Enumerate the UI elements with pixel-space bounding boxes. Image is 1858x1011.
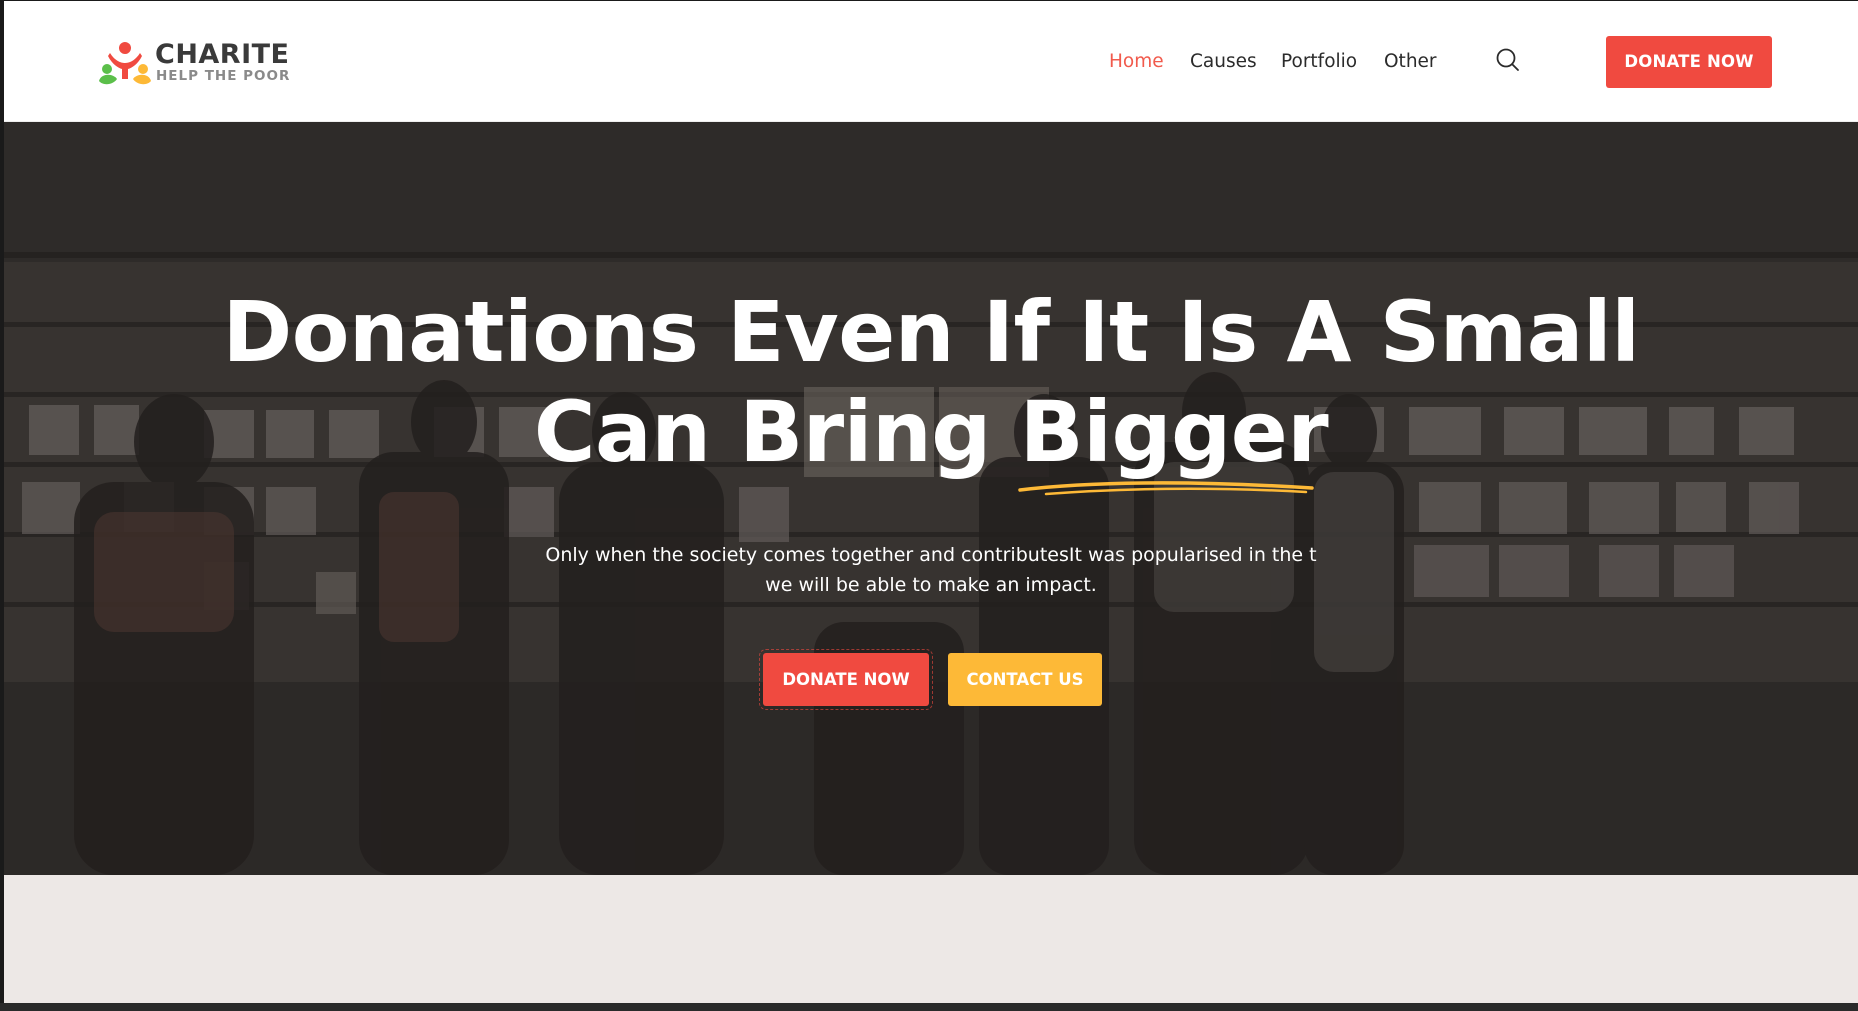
site-header: CHARITE HELP THE POOR Home Causes Portfo… [4,1,1858,122]
browser-viewport: CHARITE HELP THE POOR Home Causes Portfo… [4,1,1858,1003]
hero-subtitle-line-2: we will be able to make an impact. [765,574,1097,596]
hero-contact-button[interactable]: CONTACT US [948,653,1102,706]
hero-section: Donations Even If It Is A Small Can Brin… [4,122,1858,875]
nav-item-home[interactable]: Home [1109,49,1164,75]
main-nav: Home Causes Portfolio Other [4,49,1858,75]
brush-underline-icon [1017,481,1314,496]
hero-title-line-1: Donations Even If It Is A Small [222,283,1640,381]
header-donate-button[interactable]: DONATE NOW [1606,36,1772,88]
nav-item-portfolio[interactable]: Portfolio [1281,49,1357,75]
hero-title-accent-text: Bigger [1019,383,1329,481]
hero-title-accent: Bigger [1017,382,1329,496]
hero-subtitle: Only when the society comes together and… [431,540,1431,600]
search-icon [1496,48,1519,71]
hero-title-line-2: Can Bring Bigger [104,382,1758,496]
hero-title-line-2-prefix: Can Bring [533,383,1020,481]
next-section-top [4,875,1858,1003]
search-button[interactable] [1494,46,1522,74]
nav-item-causes[interactable]: Causes [1190,49,1257,75]
nav-item-other[interactable]: Other [1384,49,1437,75]
hero-dark-overlay [4,122,1858,875]
hero-subtitle-line-1: Only when the society comes together and… [545,544,1317,566]
hero-donate-button[interactable]: DONATE NOW [759,649,933,710]
window-bottom-edge [0,1003,1858,1011]
hero-title: Donations Even If It Is A Small Can Brin… [104,282,1758,496]
